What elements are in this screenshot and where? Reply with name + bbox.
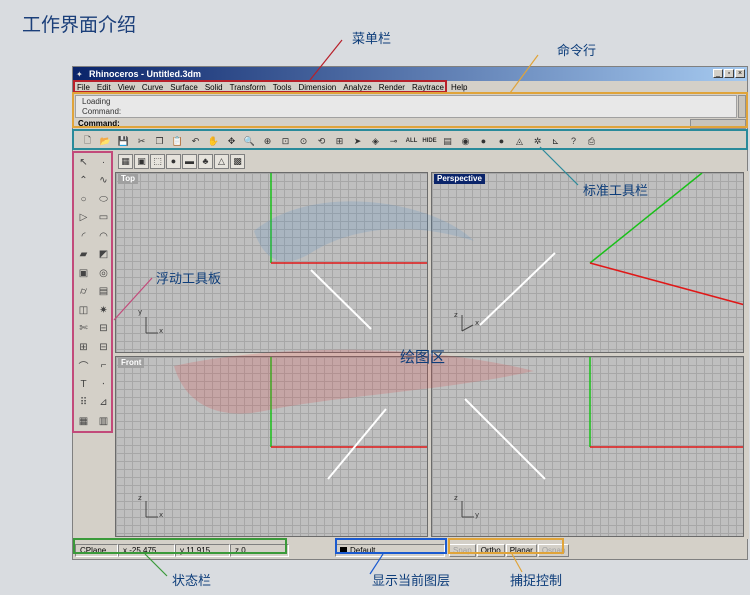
- callout-floating-palette: 浮动工具板: [156, 272, 222, 287]
- leader-status: [144, 553, 168, 577]
- callout-command-line: 命令行: [557, 44, 597, 59]
- callout-std-toolbar: 标准工具栏: [583, 184, 649, 199]
- callout-status-bar: 状态栏: [172, 574, 212, 589]
- callout-drawing-area: 绘图区: [400, 348, 446, 366]
- leader-toolbar: [539, 146, 579, 186]
- leader-command: [509, 54, 539, 94]
- callout-menubar: 菜单栏: [352, 32, 392, 47]
- leader-floating: [113, 277, 153, 321]
- callout-current-layer: 显示当前图层: [372, 574, 451, 589]
- leader-menubar: [309, 39, 343, 81]
- callout-leaders: [113, 39, 579, 577]
- callout-snap-control: 捕捉控制: [510, 574, 563, 589]
